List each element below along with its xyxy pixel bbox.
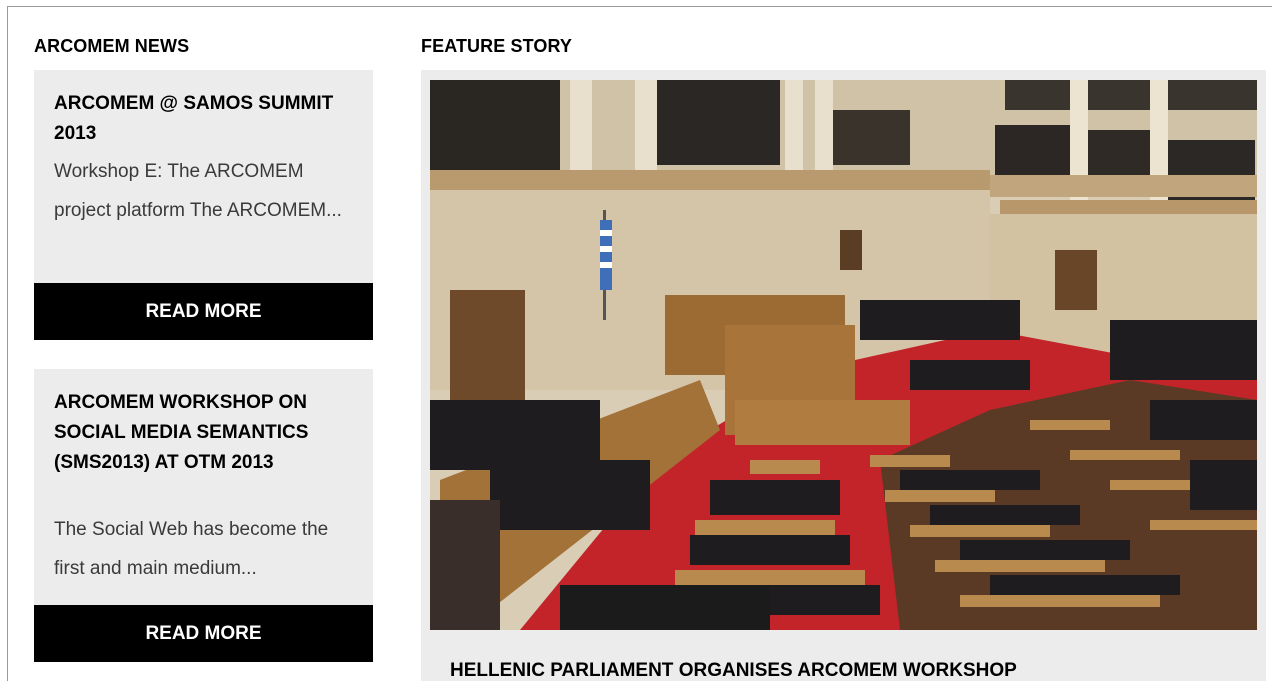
frame-left-border xyxy=(7,6,8,681)
news-card-excerpt: Workshop E: The ARCOMEM project platform… xyxy=(54,161,342,221)
news-card: ARCOMEM @ SAMOS SUMMIT 2013 Workshop E: … xyxy=(34,70,373,340)
feature-story-title[interactable]: HELLENIC PARLIAMENT ORGANISES ARCOMEM WO… xyxy=(450,660,1017,681)
frame-top-border xyxy=(7,6,1272,7)
feature-section-heading: FEATURE STORY xyxy=(421,36,572,56)
news-card-title[interactable]: ARCOMEM @ SAMOS SUMMIT 2013 xyxy=(54,89,357,149)
news-card-title[interactable]: ARCOMEM WORKSHOP ON SOCIAL MEDIA SEMANTI… xyxy=(54,388,357,478)
read-more-button[interactable]: READ MORE xyxy=(34,283,373,340)
parliament-photo[interactable] xyxy=(430,80,1257,630)
read-more-button[interactable]: READ MORE xyxy=(34,605,373,662)
news-section-heading: ARCOMEM NEWS xyxy=(34,36,190,56)
feature-story-card: HELLENIC PARLIAMENT ORGANISES ARCOMEM WO… xyxy=(421,70,1266,681)
news-card-excerpt: The Social Web has become the first and … xyxy=(54,519,329,579)
news-card: ARCOMEM WORKSHOP ON SOCIAL MEDIA SEMANTI… xyxy=(34,369,373,662)
